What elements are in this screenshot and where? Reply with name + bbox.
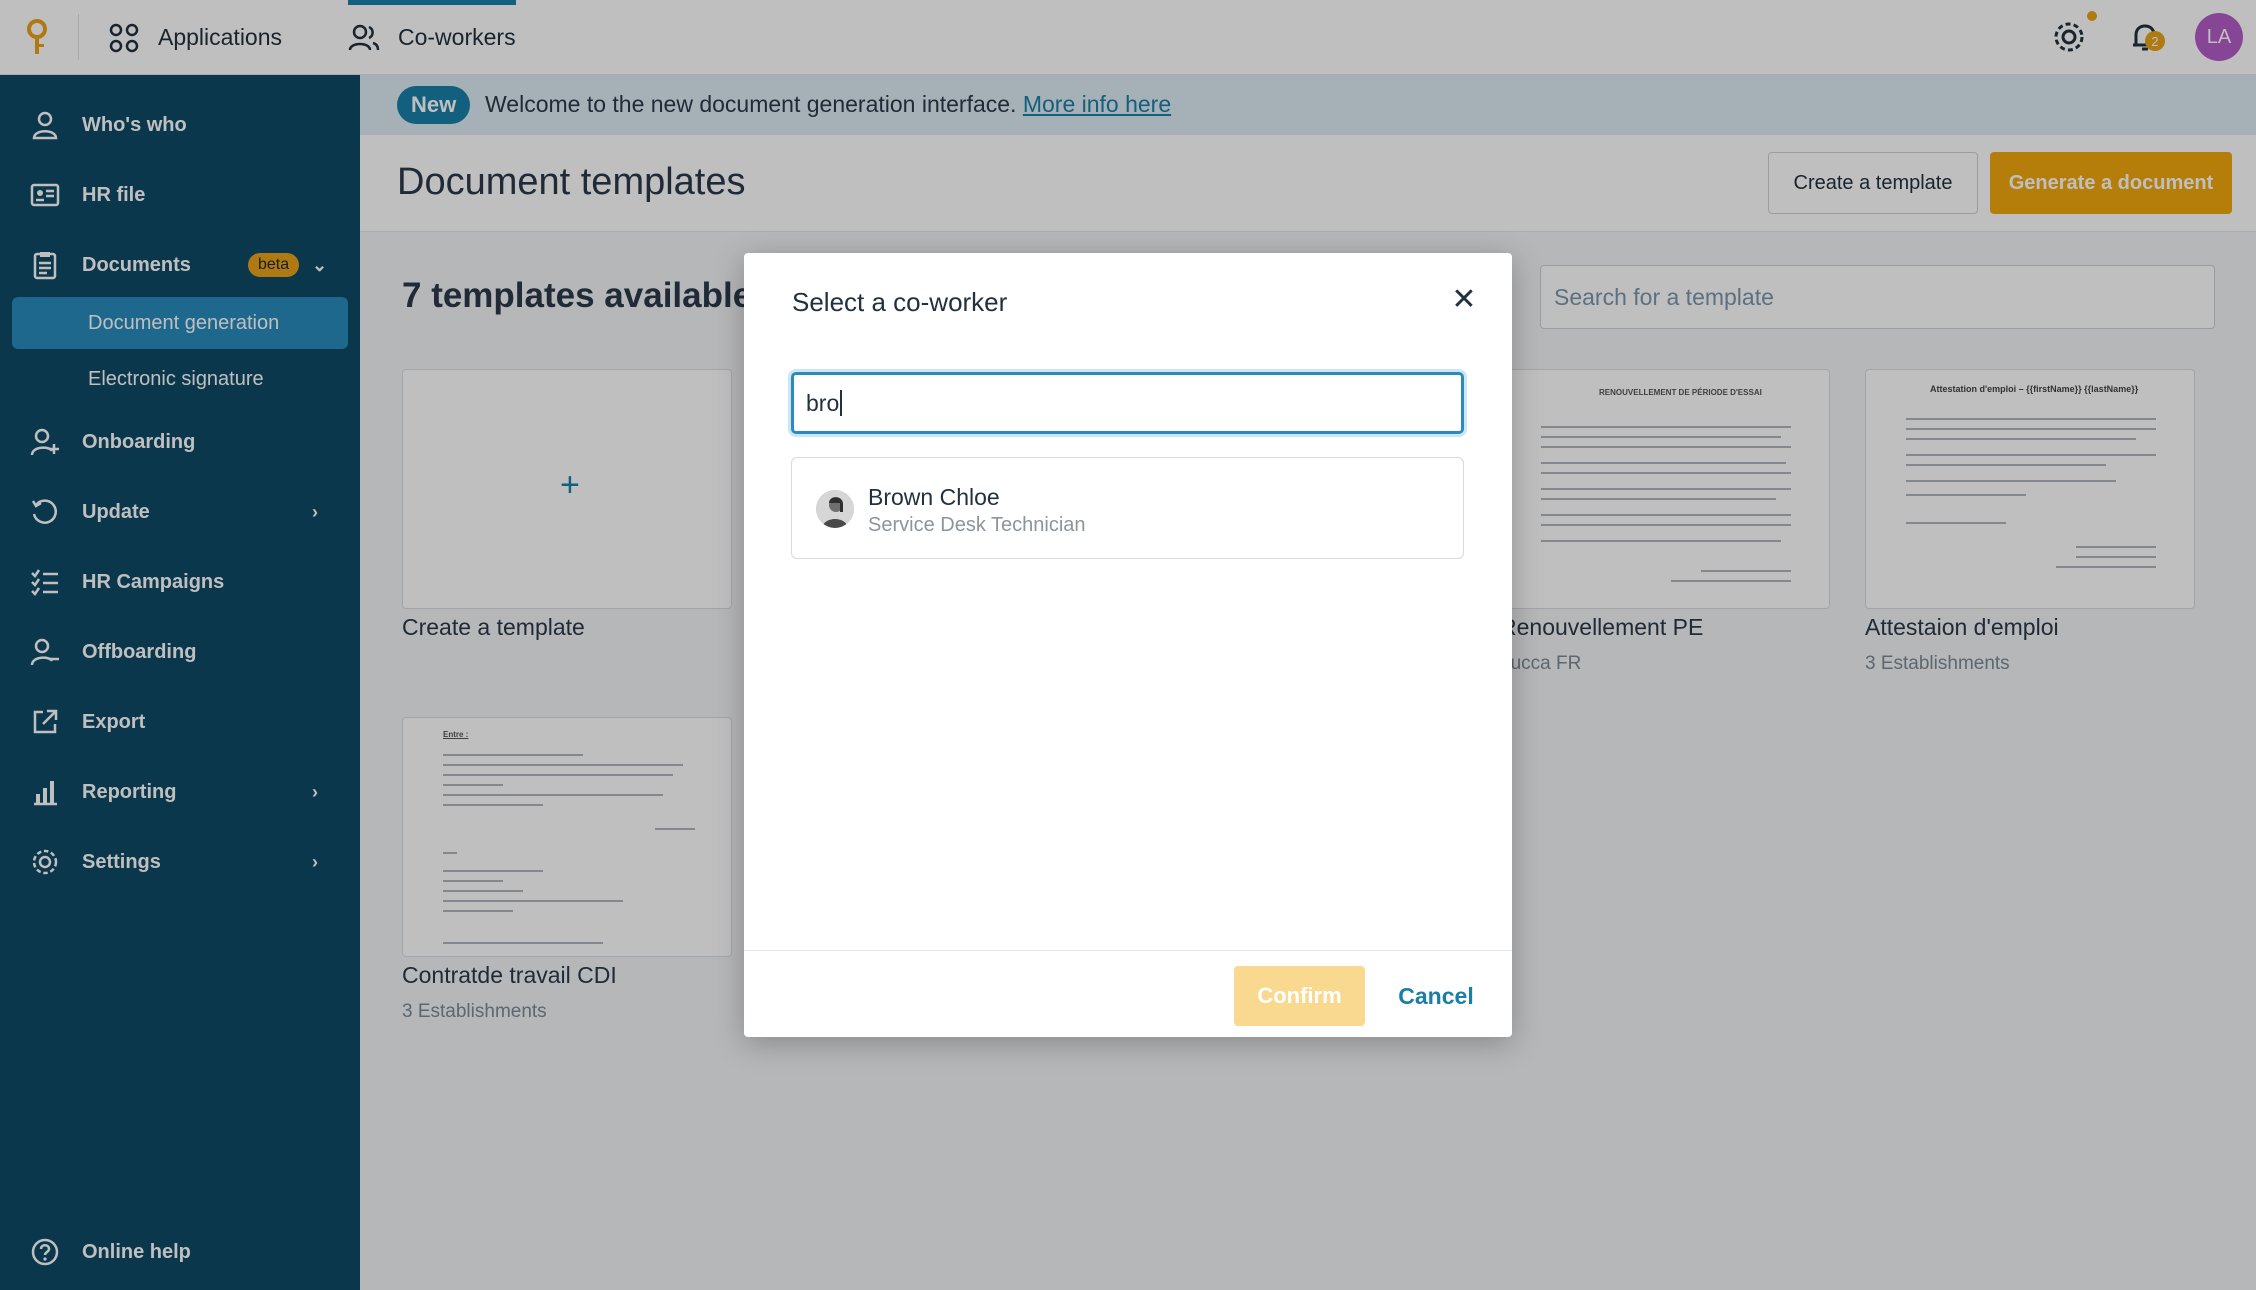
coworker-result-item[interactable]: Brown Chloe Service Desk Technician [791, 457, 1464, 559]
close-icon[interactable]: ✕ [1448, 283, 1480, 316]
coworker-name: Brown Chloe [868, 484, 1000, 510]
coworker-role: Service Desk Technician [868, 514, 1086, 536]
text-caret [840, 390, 843, 416]
search-value: bro [806, 389, 840, 416]
dialog-footer-divider [744, 950, 1512, 951]
dialog-title: Select a co-worker [792, 287, 1008, 317]
cancel-button[interactable]: Cancel [1396, 966, 1476, 1026]
coworker-search-input[interactable]: bro [791, 372, 1464, 434]
coworker-avatar [816, 490, 854, 528]
confirm-button[interactable]: Confirm [1234, 966, 1365, 1026]
select-coworker-dialog: Select a co-worker ✕ bro Brown Chloe Ser… [744, 253, 1512, 1037]
